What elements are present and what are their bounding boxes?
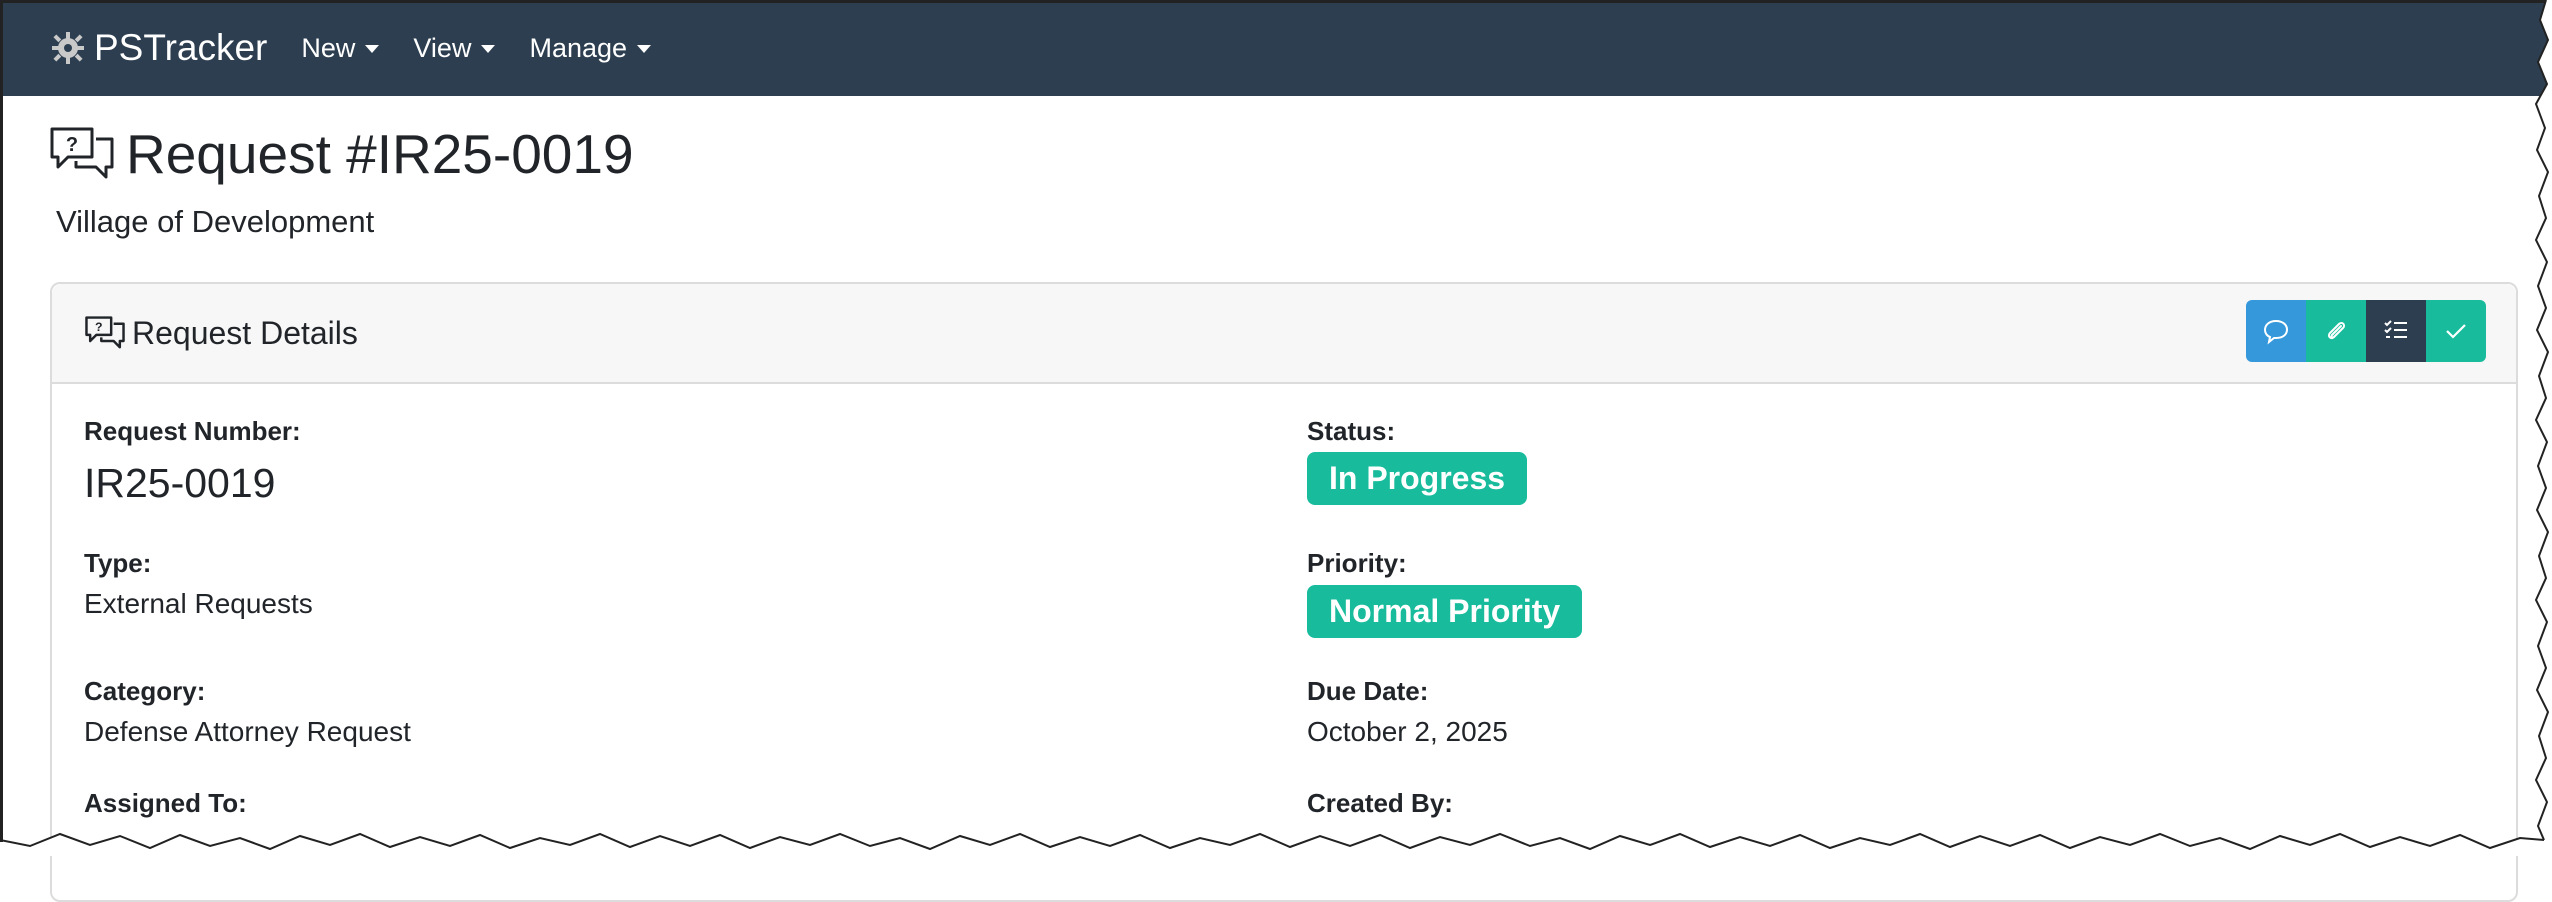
question-chat-icon: ? (50, 127, 114, 179)
type-label: Type: (84, 548, 152, 578)
type-value: External Requests (84, 588, 313, 619)
priority-badge: Normal Priority (1307, 585, 1583, 638)
tasks-button[interactable] (2366, 300, 2426, 362)
nav-menu-view[interactable]: View (413, 33, 496, 64)
add-attachment-button[interactable] (2306, 300, 2366, 362)
caret-down-icon (637, 45, 652, 53)
check-icon (2446, 324, 2466, 339)
card-header: ? Request Details (52, 284, 2516, 384)
request-details-card: ? Request Details Request Number: IR25-0… (50, 282, 2518, 902)
nav-menu-manage-label[interactable]: Manage (529, 33, 627, 64)
status-badge: In Progress (1307, 452, 1528, 505)
complete-request-button[interactable] (2426, 300, 2486, 362)
brand-name[interactable]: PSTracker (94, 27, 267, 69)
status-label: Status: (1307, 416, 1396, 446)
category-label: Category: (84, 676, 206, 706)
nav-menu-manage[interactable]: Manage (529, 33, 652, 64)
card-action-buttons (2246, 300, 2486, 362)
svg-text:?: ? (95, 320, 103, 334)
nav-menu-new[interactable]: New (301, 33, 380, 64)
nav-menu-view-label[interactable]: View (413, 33, 471, 64)
page-title: ? Request #IR25-0019 (48, 122, 634, 186)
checklist-icon (2384, 320, 2407, 338)
request-number-value: IR25-0019 (84, 460, 276, 506)
caret-down-icon (481, 45, 496, 53)
top-navbar: PSTracker New View Manage (0, 0, 2552, 96)
nav-menu-new-label[interactable]: New (301, 33, 355, 64)
caret-down-icon (365, 45, 380, 53)
paperclip-icon (2327, 321, 2346, 340)
due-date-value: October 2, 2025 (1307, 716, 1508, 747)
page-title-text: Request #IR25-0019 (126, 123, 634, 185)
svg-text:?: ? (66, 134, 78, 156)
due-date-label: Due Date: (1307, 676, 1429, 706)
brand-link[interactable]: PSTracker (48, 27, 267, 69)
page-subtitle: Village of Development (56, 204, 375, 239)
brand-logo-icon (52, 32, 84, 64)
priority-label: Priority: (1307, 548, 1407, 578)
add-comment-button[interactable] (2246, 300, 2306, 362)
question-chat-icon: ? (85, 316, 125, 349)
card-title: Request Details (132, 314, 358, 351)
comment-icon (2263, 319, 2289, 345)
category-value: Defense Attorney Request (84, 716, 411, 747)
created-by-label: Created By: (1307, 788, 1453, 818)
request-number-label: Request Number: (84, 416, 301, 446)
assigned-to-label: Assigned To: (84, 788, 247, 818)
